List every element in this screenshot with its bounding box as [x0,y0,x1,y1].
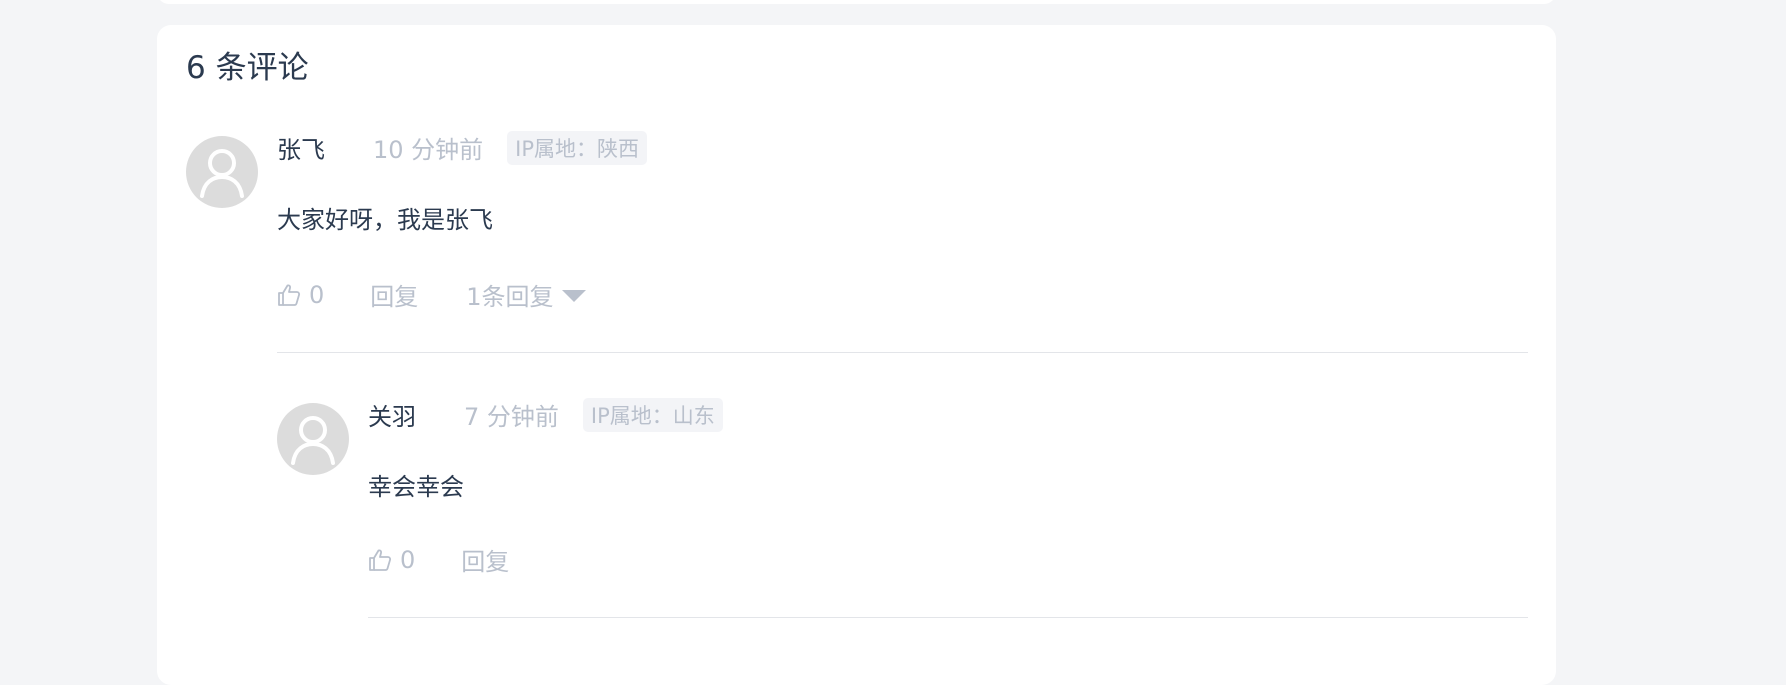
ip-location-badge: IP属地：山东 [582,397,723,432]
reply-actions: 0 回复 [368,542,509,577]
avatar[interactable] [186,136,258,208]
caret-down-icon [561,289,586,302]
like-count: 0 [400,545,416,574]
user-avatar-icon [291,416,335,465]
previous-card [157,0,1556,4]
like-count: 0 [309,280,325,309]
reply-time: 7 分钟前 [464,403,559,431]
comment-author[interactable]: 张飞 [277,130,325,165]
reply-divider [368,617,1528,618]
comments-section: 6 条评论 张飞 10 分钟前 IP属地：陕西 大家好呀，我是张飞 0 回复 1… [157,25,1556,685]
comment-time: 10 分钟前 [373,136,484,164]
avatar[interactable] [277,403,349,475]
reply-author[interactable]: 关羽 [368,397,416,432]
comment-meta: 张飞 10 分钟前 IP属地：陕西 [277,130,648,165]
comment-content: 大家好呀，我是张飞 [277,206,493,234]
reply-button[interactable]: 回复 [370,277,418,312]
ip-location-badge: IP属地：陕西 [507,130,648,165]
user-avatar-icon [200,149,244,198]
comment-divider [277,352,1528,353]
reply-button[interactable]: 回复 [461,542,509,577]
comments-count-title: 6 条评论 [186,50,309,86]
thumbs-up-icon [278,283,301,306]
thumbs-up-icon [369,548,392,571]
replies-toggle[interactable]: 1条回复 [466,277,586,312]
comment-actions: 0 回复 1条回复 [277,277,586,312]
reply-meta: 关羽 7 分钟前 IP属地：山东 [368,397,723,432]
replies-toggle-label: 1条回复 [466,283,554,311]
reply-content: 幸会幸会 [368,473,464,501]
like-button[interactable]: 0 [368,546,415,574]
like-button[interactable]: 0 [277,281,324,309]
